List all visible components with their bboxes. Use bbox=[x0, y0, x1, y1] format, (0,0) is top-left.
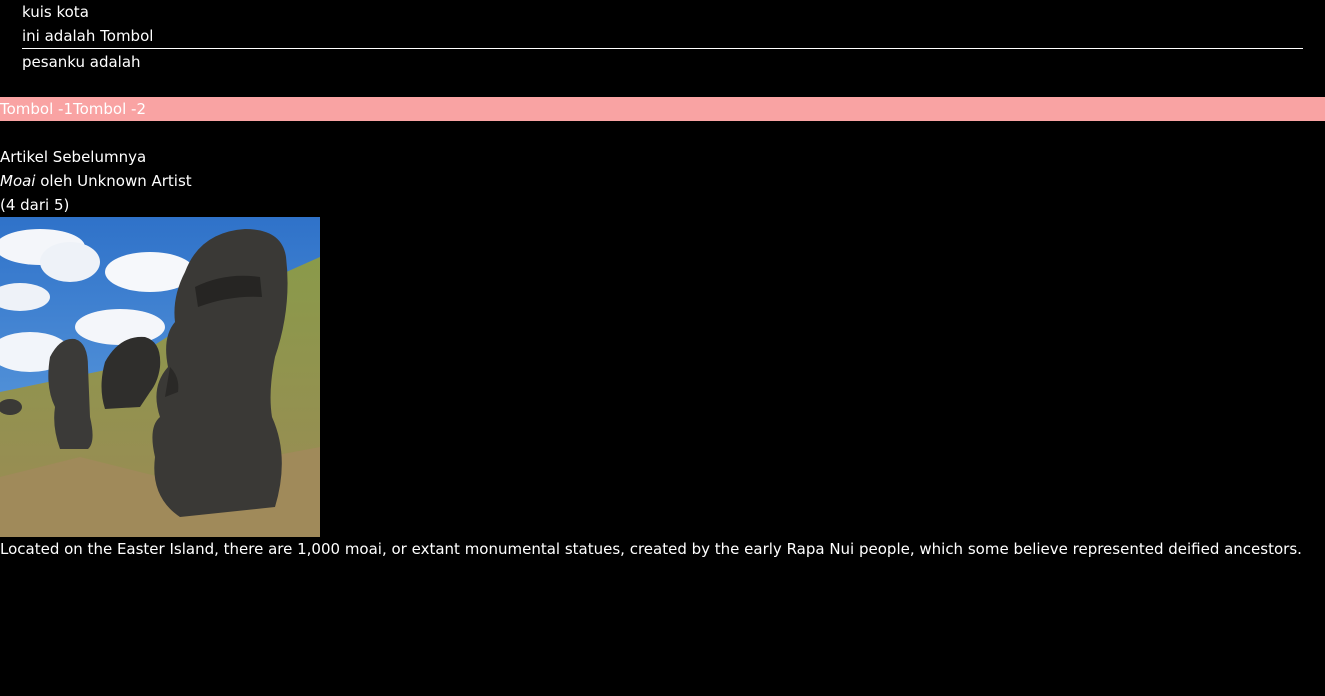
artwork-title: Moai bbox=[0, 172, 36, 190]
button-intro-text: ini adalah Tombol bbox=[22, 27, 154, 45]
divider bbox=[22, 48, 1303, 49]
button-1[interactable]: Tombol -1 bbox=[0, 97, 73, 121]
quiz-title: kuis kota bbox=[22, 3, 89, 21]
previous-article-link[interactable]: Artikel Sebelumnya bbox=[0, 145, 1325, 169]
button-bar: Tombol -1 Tombol -2 bbox=[0, 97, 1325, 121]
image-caption: Located on the Easter Island, there are … bbox=[0, 540, 1302, 558]
header-block: kuis kota ini adalah Tombol pesanku adal… bbox=[0, 0, 1325, 74]
button-2[interactable]: Tombol -2 bbox=[73, 97, 146, 121]
artwork-artist: oleh Unknown Artist bbox=[35, 172, 192, 190]
artwork-position: (4 dari 5) bbox=[0, 196, 70, 214]
message-text: pesanku adalah bbox=[22, 53, 141, 71]
article-section: Artikel Sebelumnya Moai oleh Unknown Art… bbox=[0, 145, 1325, 561]
moai-image bbox=[0, 217, 320, 537]
artwork-title-line: Moai oleh Unknown Artist bbox=[0, 169, 1325, 193]
